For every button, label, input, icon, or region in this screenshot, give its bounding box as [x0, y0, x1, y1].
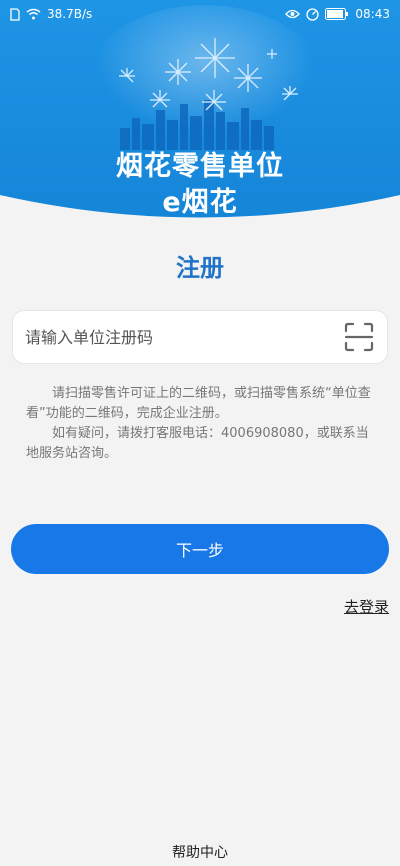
status-bar: 38.7B/s 08:43 [0, 0, 400, 28]
network-speed: 38.7B/s [47, 7, 93, 21]
help-center-link[interactable]: 帮助中心 [0, 842, 400, 862]
hint-line-2: 如有疑问，请拨打客服电话：4006908080，或联系当地服务站咨询。 [26, 426, 369, 461]
wifi-icon [26, 8, 41, 20]
next-step-button[interactable]: 下一步 [11, 524, 389, 574]
registration-code-input[interactable] [25, 327, 337, 347]
scan-icon [344, 322, 374, 352]
hint-line-1: 请扫描零售许可证上的二维码，或扫描零售系统“单位查看”功能的二维码，完成企业注册… [26, 386, 371, 421]
sim-icon [10, 7, 20, 21]
go-login-link[interactable]: 去登录 [344, 596, 389, 617]
page-title: 注册 [176, 254, 224, 282]
register-page: 38.7B/s 08:43 烟花零售单位 e烟花 注册 请输入单位注册码 请扫描… [0, 0, 400, 866]
battery-icon [325, 8, 349, 20]
speed-icon [306, 7, 320, 21]
app-title-line1: 烟花零售单位 [116, 151, 284, 182]
registration-code-field [12, 310, 388, 364]
clock: 08:43 [355, 7, 390, 21]
app-title-line2: e烟花 [162, 187, 238, 218]
scan-qr-button[interactable] [337, 315, 381, 359]
eye-icon [285, 9, 301, 19]
registration-hint: 请扫描零售许可证上的二维码，或扫描零售系统“单位查看”功能的二维码，完成企业注册… [26, 384, 380, 464]
header-banner: 38.7B/s 08:43 烟花零售单位 e烟花 [0, 0, 400, 240]
